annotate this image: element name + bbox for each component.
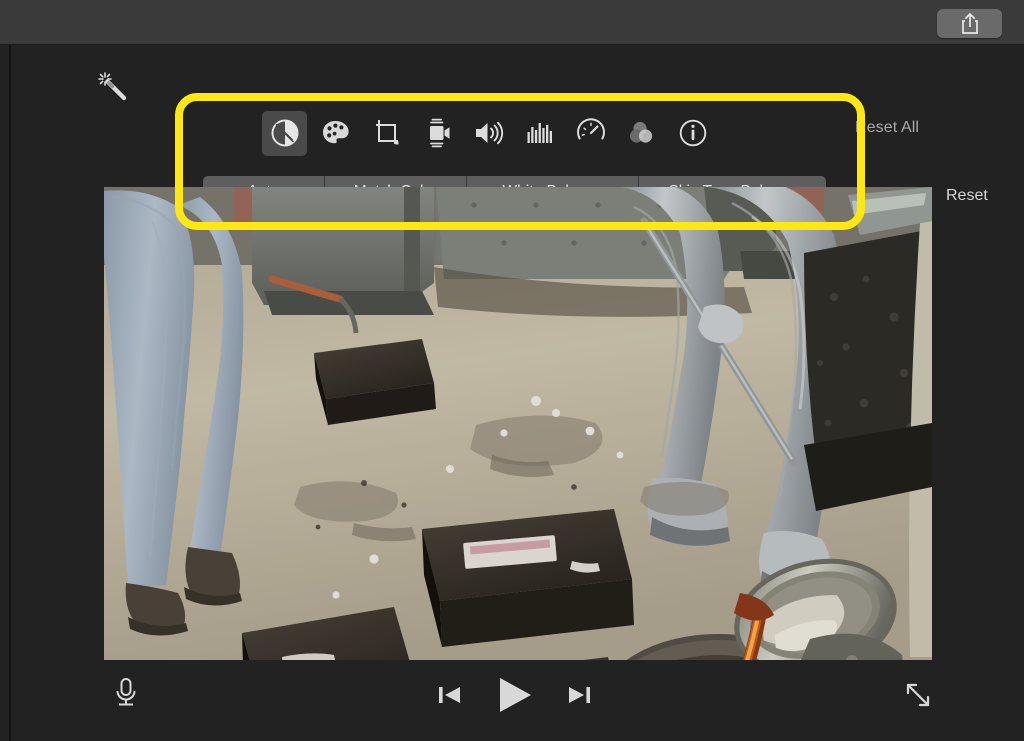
auto-enhance-button[interactable] (93, 67, 133, 107)
color-palette-icon (322, 121, 349, 144)
transport-bar (0, 655, 1024, 741)
tab-clip-filter[interactable] (619, 111, 664, 156)
crop-icon (375, 120, 398, 145)
reset-button[interactable]: Reset (946, 187, 988, 205)
previous-button[interactable] (437, 682, 463, 708)
tab-color-balance[interactable] (262, 110, 307, 156)
microphone-icon (116, 678, 136, 706)
video-camera-icon (429, 118, 449, 148)
playback-controls (437, 675, 592, 715)
share-button[interactable] (937, 9, 1002, 38)
voiceover-button[interactable] (108, 671, 144, 715)
color-balance-icon (271, 119, 298, 147)
equalizer-bars-icon (527, 123, 552, 143)
tab-color-correction[interactable] (313, 111, 358, 156)
tab-speed[interactable] (568, 111, 613, 156)
skip-to-end-icon (569, 687, 590, 703)
share-export-icon (961, 12, 978, 34)
info-circle-icon (679, 119, 706, 147)
tab-volume[interactable] (466, 111, 511, 156)
fullscreen-button[interactable] (898, 675, 938, 715)
imovie-window: Reset All Reset (0, 0, 1024, 741)
tab-crop[interactable] (364, 111, 409, 156)
tab-stabilization[interactable] (415, 111, 460, 156)
skip-to-start-icon (439, 687, 460, 703)
magic-wand-icon (98, 72, 127, 101)
inspector-tab-strip (262, 107, 715, 159)
speaker-volume-icon (475, 121, 503, 145)
reset-all-button[interactable]: Reset All (855, 119, 919, 137)
viewer-frame-image (104, 187, 932, 660)
next-button[interactable] (566, 682, 592, 708)
speedometer-icon (576, 118, 605, 140)
expand-diagonal-icon (906, 683, 930, 707)
play-button[interactable] (494, 675, 536, 715)
tab-noise-reduction[interactable] (517, 111, 562, 156)
tab-information[interactable] (670, 111, 715, 156)
left-divider (9, 45, 11, 741)
overlapping-circles-icon (629, 121, 652, 143)
play-icon (499, 678, 531, 712)
video-viewer[interactable] (104, 187, 932, 660)
window-titlebar (0, 0, 1024, 45)
